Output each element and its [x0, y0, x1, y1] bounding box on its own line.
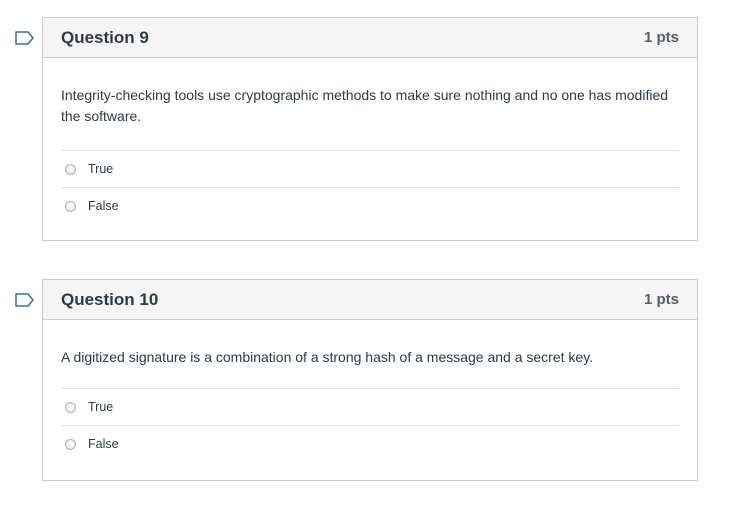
answer-option-false[interactable]: False: [61, 426, 679, 462]
radio-unchecked-icon[interactable]: [65, 163, 76, 175]
flag-question-icon[interactable]: [15, 31, 35, 45]
question-text: Integrity-checking tools use cryptograph…: [61, 87, 669, 124]
question-header: Question 9 1 pts: [43, 18, 697, 58]
question-title: Question 10: [61, 289, 159, 309]
radio-unchecked-icon[interactable]: [65, 438, 76, 450]
answer-label[interactable]: True: [88, 162, 113, 176]
answer-list: True False: [61, 388, 679, 462]
question-body: A digitized signature is a combination o…: [43, 320, 697, 462]
radio-unchecked-icon[interactable]: [65, 401, 76, 413]
answer-label[interactable]: False: [88, 437, 119, 451]
answer-list: True False: [61, 150, 679, 224]
question-body: Integrity-checking tools use cryptograph…: [43, 58, 697, 224]
flag-question-icon[interactable]: [15, 293, 35, 307]
question-points: 1 pts: [643, 29, 679, 46]
answer-option-true[interactable]: True: [61, 151, 679, 188]
question-title: Question 9: [61, 27, 149, 47]
answer-option-false[interactable]: False: [61, 188, 679, 224]
radio-unchecked-icon[interactable]: [65, 200, 76, 212]
question-card-10: Question 10 1 pts A digitized signature …: [15, 279, 698, 481]
question-header: Question 10 1 pts: [43, 280, 697, 320]
question-card-9: Question 9 1 pts Integrity-checking tool…: [15, 17, 698, 241]
answer-label[interactable]: False: [88, 199, 119, 213]
question-points: 1 pts: [643, 291, 679, 308]
answer-option-true[interactable]: True: [61, 389, 679, 426]
answer-label[interactable]: True: [88, 400, 113, 414]
question-text: A digitized signature is a combination o…: [61, 349, 594, 365]
